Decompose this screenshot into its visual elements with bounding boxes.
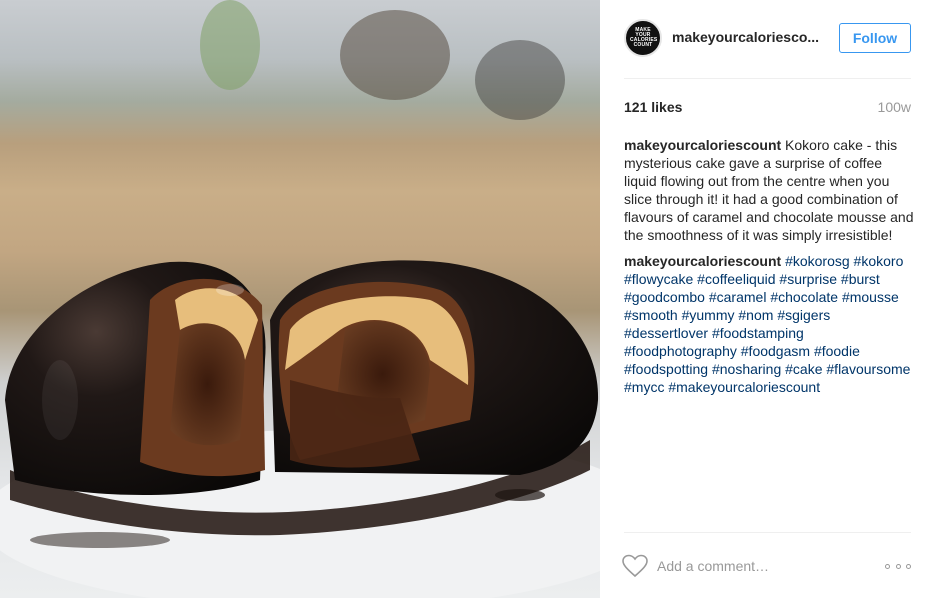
post-header: MAKE YOUR CALORIES COUNT makeyourcalorie… — [600, 0, 934, 78]
comment-list: makeyourcaloriescount Kokoro cake - this… — [624, 136, 916, 404]
header-divider — [624, 78, 911, 79]
add-comment-input[interactable] — [657, 556, 857, 576]
comment-username[interactable]: makeyourcaloriescount — [624, 253, 781, 269]
hashtag-link[interactable]: #burst — [841, 271, 880, 287]
follow-button[interactable]: Follow — [839, 23, 911, 53]
post-details-panel: MAKE YOUR CALORIES COUNT makeyourcalorie… — [600, 0, 934, 598]
hashtag-link[interactable]: #cake — [785, 361, 822, 377]
hashtag-link[interactable]: #surprise — [779, 271, 837, 287]
hashtag-link[interactable]: #yummy — [682, 307, 735, 323]
dot — [895, 563, 901, 569]
chocolate-cake-image — [0, 0, 600, 598]
hashtag-link[interactable]: #nom — [738, 307, 773, 323]
comment-username[interactable]: makeyourcaloriescount — [624, 137, 781, 153]
username[interactable]: makeyourcaloriesco... — [672, 29, 822, 45]
hashtag-link[interactable]: #foodie — [814, 343, 860, 359]
hashtag-link[interactable]: #flowycake — [624, 271, 693, 287]
hashtag-link[interactable]: #goodcombo — [624, 289, 705, 305]
hashtag-link[interactable]: #chocolate — [770, 289, 838, 305]
hashtag-link[interactable]: #nosharing — [712, 361, 781, 377]
dot — [906, 563, 911, 569]
hashtag-link[interactable]: #smooth — [624, 307, 678, 323]
post-photo[interactable] — [0, 0, 600, 598]
caption-comment: makeyourcaloriescount Kokoro cake - this… — [624, 136, 916, 244]
hashtag-link[interactable]: #foodphotography — [624, 343, 737, 359]
dot — [885, 563, 890, 569]
post-age[interactable]: 100w — [878, 99, 911, 115]
like-count[interactable]: 121 likes — [624, 99, 682, 115]
hashtag-link[interactable]: #coffeeliquid — [697, 271, 775, 287]
hashtag-link[interactable]: #flavoursome — [826, 361, 910, 377]
avatar-logo-text: MAKE YOUR CALORIES COUNT — [630, 27, 658, 48]
hashtag-link[interactable]: #makeyourcaloriescount — [668, 379, 820, 395]
hashtag-link[interactable]: #dessertlover — [624, 325, 708, 341]
hashtag-link[interactable]: #foodgasm — [741, 343, 810, 359]
hashtag-link[interactable]: #kokoro — [854, 253, 904, 269]
heart-icon[interactable] — [622, 554, 648, 578]
avatar[interactable]: MAKE YOUR CALORIES COUNT — [624, 19, 662, 57]
hashtag-link[interactable]: #kokorosg — [785, 253, 850, 269]
hashtag-comment: makeyourcaloriescount #kokorosg #kokoro … — [624, 252, 916, 396]
hashtag-link[interactable]: #caramel — [709, 289, 767, 305]
comments-divider — [624, 532, 911, 533]
hashtag-link[interactable]: #mousse — [842, 289, 899, 305]
hashtag-link[interactable]: #foodspotting — [624, 361, 708, 377]
hashtag-link[interactable]: #mycc — [624, 379, 664, 395]
hashtag-link[interactable]: #foodstamping — [712, 325, 804, 341]
hashtag-link[interactable]: #sgigers — [777, 307, 830, 323]
more-options-icon[interactable] — [885, 556, 911, 576]
